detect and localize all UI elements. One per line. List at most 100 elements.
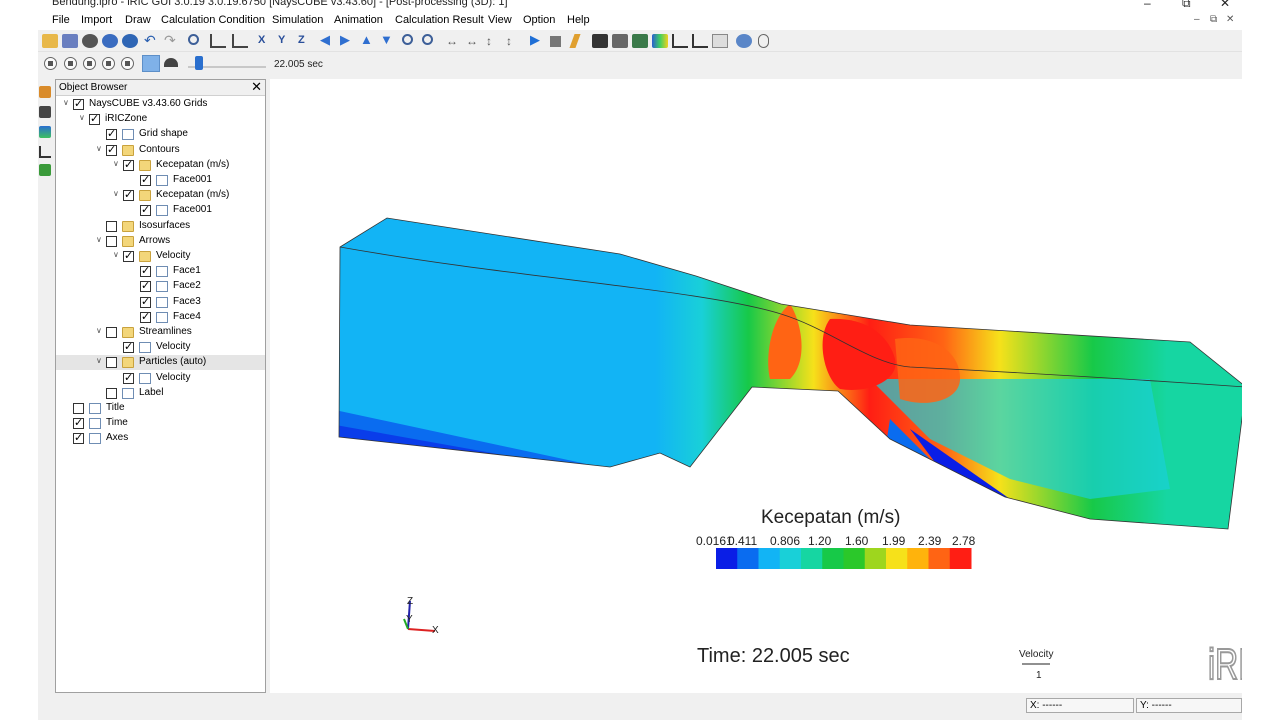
tree-item[interactable]: ∨ NaysCUBE v3.43.60 Grids — [56, 97, 265, 112]
tree-item[interactable]: Face4 — [56, 310, 265, 325]
menu-option[interactable]: Option — [523, 14, 555, 26]
run-icon[interactable]: ▶ — [530, 33, 546, 48]
mdi-restore-button[interactable]: ⧉ — [1210, 14, 1217, 25]
post-3d-icon[interactable] — [652, 34, 668, 48]
open-folder-icon[interactable] — [42, 34, 58, 48]
expand-arrow-icon[interactable]: ∨ — [96, 235, 104, 244]
animation-settings-icon[interactable] — [164, 58, 178, 67]
tree-item[interactable]: Face1 — [56, 264, 265, 279]
window-restore-button[interactable]: ⧉ — [1182, 0, 1191, 11]
visibility-checkbox[interactable] — [123, 340, 134, 354]
dock-color-icon[interactable] — [39, 126, 51, 138]
expand-horizontal-icon[interactable]: ↔ — [446, 34, 462, 48]
tree-item[interactable]: Face001 — [56, 173, 265, 188]
expand-arrow-icon[interactable]: ∨ — [113, 159, 121, 168]
view-yz-icon[interactable]: Y — [278, 34, 294, 48]
expand-arrow-icon[interactable]: ∨ — [113, 189, 121, 198]
visibility-checkbox[interactable] — [106, 127, 117, 141]
visibility-checkbox[interactable] — [89, 112, 100, 126]
view-xy-icon[interactable]: X — [258, 34, 274, 48]
zoom-in-icon[interactable] — [402, 34, 413, 45]
last-step-icon[interactable] — [121, 57, 134, 70]
window-close-button[interactable]: ✕ — [1220, 0, 1230, 10]
visibility-checkbox[interactable] — [123, 249, 134, 262]
stop-icon[interactable] — [550, 36, 561, 47]
shrink-horizontal-icon[interactable]: ↔ — [466, 34, 482, 48]
visibility-checkbox[interactable] — [106, 143, 117, 156]
visibility-checkbox[interactable] — [106, 387, 117, 399]
visibility-checkbox[interactable] — [123, 158, 134, 171]
tree-item[interactable]: ∨ Streamlines — [56, 325, 265, 340]
console-icon[interactable] — [592, 34, 608, 48]
redo-icon[interactable]: ↷ — [164, 33, 180, 48]
expand-arrow-icon[interactable]: ∨ — [79, 113, 87, 122]
visibility-checkbox[interactable] — [73, 97, 84, 110]
menu-calculation-condition[interactable]: Calculation Condition — [161, 14, 265, 26]
visibility-checkbox[interactable] — [140, 264, 151, 278]
window-minimize-button[interactable]: – — [1144, 0, 1151, 10]
step-back-icon[interactable] — [64, 57, 77, 70]
visibility-checkbox[interactable] — [123, 371, 134, 384]
expand-arrow-icon[interactable]: ∨ — [63, 98, 71, 107]
dock-tool-icon[interactable] — [39, 86, 51, 98]
expand-arrow-icon[interactable]: ∨ — [96, 326, 104, 335]
graph-icon[interactable] — [672, 34, 688, 48]
profile-icon[interactable] — [712, 34, 728, 48]
shrink-vertical-icon[interactable]: ↕ — [506, 34, 522, 48]
solver-icon[interactable] — [102, 34, 118, 48]
tree-item[interactable]: Face001 — [56, 203, 265, 218]
visibility-checkbox[interactable] — [106, 235, 117, 247]
tree-item[interactable]: Time — [56, 416, 265, 431]
menu-import[interactable]: Import — [81, 14, 112, 26]
tree-item[interactable]: ∨ Kecepatan (m/s) — [56, 188, 265, 203]
zoom-out-icon[interactable] — [422, 34, 433, 45]
tree-item[interactable]: Face3 — [56, 295, 265, 310]
menu-help[interactable]: Help — [567, 14, 590, 26]
mouse-icon[interactable] — [758, 34, 769, 48]
render-canvas[interactable]: Kecepatan (m/s) 0.01610.411 0.806 1.20 1.60… — [270, 79, 1271, 693]
visibility-checkbox[interactable] — [73, 431, 84, 445]
move-down-icon[interactable]: ▼ — [380, 33, 396, 48]
post-processing-3d-view[interactable]: Kecepatan (m/s) 0.0161 0.411 0.806 1.20 1.60… — [270, 79, 1271, 693]
stop-animation-icon[interactable] — [83, 57, 96, 70]
axis-scale-icon[interactable] — [232, 34, 248, 48]
expand-arrow-icon[interactable]: ∨ — [113, 250, 121, 259]
visibility-checkbox[interactable] — [73, 416, 84, 430]
tree-item[interactable]: Grid shape — [56, 127, 265, 142]
tree-item[interactable]: Label — [56, 386, 265, 401]
mdi-close-button[interactable]: ✕ — [1226, 14, 1234, 25]
expand-vertical-icon[interactable]: ↕ — [486, 34, 502, 48]
visibility-checkbox[interactable] — [140, 310, 151, 323]
tree-item[interactable]: Isosurfaces — [56, 219, 265, 234]
menu-simulation[interactable]: Simulation — [272, 14, 323, 26]
visibility-checkbox[interactable] — [123, 188, 134, 202]
mdi-minimize-button[interactable]: – — [1194, 14, 1200, 25]
visibility-checkbox[interactable] — [106, 357, 117, 369]
follow-latest-icon[interactable] — [142, 55, 160, 72]
visibility-checkbox[interactable] — [106, 220, 117, 232]
tree-item[interactable]: ∨ Arrows — [56, 234, 265, 249]
axis-icon[interactable] — [210, 34, 226, 48]
undo-icon[interactable]: ↶ — [144, 33, 160, 48]
tree-item[interactable]: Velocity — [56, 340, 265, 355]
refresh-icon[interactable] — [736, 34, 752, 48]
menu-calculation-result[interactable]: Calculation Result — [395, 14, 484, 26]
tree-item[interactable]: Axes — [56, 431, 265, 446]
expand-arrow-icon[interactable]: ∨ — [96, 356, 104, 365]
visibility-checkbox[interactable] — [140, 279, 151, 293]
menu-view[interactable]: View — [488, 14, 512, 26]
object-browser-close-button[interactable]: ✕ — [251, 79, 262, 95]
first-step-icon[interactable] — [44, 57, 57, 70]
tree-item[interactable]: ∨ Particles (auto) — [56, 355, 265, 371]
menu-file[interactable]: File — [52, 14, 70, 26]
tree-item[interactable]: ∨ iRICZone — [56, 112, 265, 127]
tree-item[interactable]: Velocity — [56, 371, 265, 386]
dock-console-icon[interactable] — [39, 106, 51, 118]
tree-item[interactable]: ∨ Kecepatan (m/s) — [56, 158, 265, 173]
tree-item[interactable]: Title — [56, 401, 265, 416]
step-forward-icon[interactable] — [102, 57, 115, 70]
dock-map-icon[interactable] — [39, 164, 51, 176]
move-up-icon[interactable]: ▲ — [360, 33, 376, 48]
visibility-checkbox[interactable] — [140, 295, 151, 308]
tree-item[interactable]: ∨ Velocity — [56, 249, 265, 264]
